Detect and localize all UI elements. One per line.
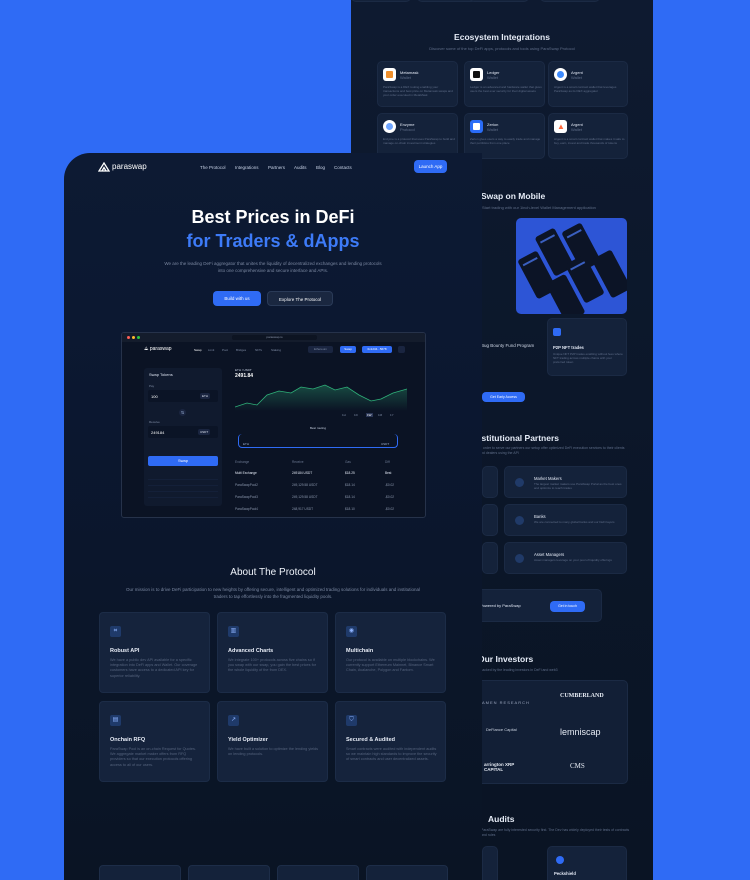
partner-card-market-makers[interactable]: Market Makers The largest market makers … bbox=[504, 466, 627, 498]
nft-icon bbox=[553, 328, 561, 336]
launch-app-button[interactable]: Launch App bbox=[414, 160, 447, 173]
bottom-card bbox=[188, 865, 270, 880]
receive-token-select[interactable]: USDT bbox=[198, 429, 211, 435]
routes-table-header: Exchange Receive Gas Diff bbox=[235, 460, 390, 464]
asset-manager-icon bbox=[515, 554, 524, 563]
investors-title: Our Investors bbox=[478, 654, 534, 664]
mobile-app-image bbox=[516, 218, 627, 314]
feature-card-api[interactable]: ⌗ Robust API We have a public dev API av… bbox=[99, 612, 210, 693]
trend-icon: ↗ bbox=[228, 715, 239, 726]
price-chart bbox=[235, 384, 407, 411]
integrations-title: Ecosystem Integrations bbox=[454, 32, 550, 42]
nav-link-protocol[interactable]: The Protocol bbox=[200, 165, 226, 170]
brand-logo[interactable]: paraswap bbox=[98, 162, 153, 172]
early-access-button[interactable]: Get Early Access bbox=[482, 392, 525, 402]
nft-card[interactable]: P2P NFT trades Unique NFT P2P trades ena… bbox=[547, 318, 627, 376]
settings-icon[interactable] bbox=[398, 346, 405, 353]
swap-details bbox=[148, 474, 218, 500]
investors-subtitle: Backed by the leading investors in DeFi … bbox=[480, 668, 558, 672]
bottom-card bbox=[99, 865, 181, 880]
integration-card[interactable]: ▲ Argent Wallet Argent is a smart contra… bbox=[548, 113, 628, 159]
about-description: Our mission is to drive DeFi participati… bbox=[125, 587, 421, 599]
url-bar[interactable]: paraswap.io bbox=[232, 335, 317, 340]
nav-link-contacts[interactable]: Contacts bbox=[334, 165, 352, 170]
nav-link-integrations[interactable]: Integrations bbox=[235, 165, 259, 170]
swap-direction-icon[interactable]: ⇅ bbox=[179, 409, 186, 416]
mobile-title: Swap on Mobile bbox=[481, 191, 546, 201]
app-logo: ⟁ paraswap bbox=[144, 346, 172, 352]
bottom-card bbox=[366, 865, 448, 880]
feature-card-rfq[interactable]: ▤ Onchain RFQ ParaSwap Pool is an on-cha… bbox=[99, 701, 210, 782]
app-screenshot: paraswap.io ⟁ paraswap Swap Limit Pool B… bbox=[121, 332, 426, 518]
partner-card-asset-managers[interactable]: Asset Managers Asset managers leverage o… bbox=[504, 542, 627, 574]
routes-table-row[interactable]: ParaSwapPool2 249,129.58 USDT $18.14 -$0… bbox=[235, 483, 425, 494]
partners-title: Institutional Partners bbox=[474, 433, 560, 443]
audits-subtitle: ParaSwap are fully interested security f… bbox=[481, 828, 630, 837]
top-card-1 bbox=[351, 0, 411, 2]
chain-icon: ◉ bbox=[346, 626, 357, 637]
audits-title: Audits bbox=[488, 814, 515, 824]
bottom-card bbox=[277, 865, 359, 880]
hero-description: We are the leading DeFi aggregator that … bbox=[164, 261, 382, 273]
chart-icon: ▥ bbox=[228, 626, 239, 637]
swap-panel: Swap Tokens Pay 100 ETH ⇅ Receive 249184… bbox=[144, 368, 222, 506]
routes-table-row[interactable]: ParaSwapPool4 248,917 USDT $18.10 -$0.02 bbox=[235, 507, 425, 517]
integration-card[interactable]: Metamask Wallet ParaSwap is a DEX routin… bbox=[377, 61, 458, 107]
feature-card-security[interactable]: ⛉ Secured & Audited Smart contracts were… bbox=[335, 701, 446, 782]
top-card-4 bbox=[540, 0, 600, 2]
document-icon: ▤ bbox=[110, 715, 121, 726]
browser-bar: paraswap.io bbox=[122, 333, 425, 342]
feature-card-charts[interactable]: ▥ Advanced Charts We integrate 100+ prot… bbox=[217, 612, 328, 693]
feature-card-yield[interactable]: ↗ Yield Optimizer We have built a soluti… bbox=[217, 701, 328, 782]
mobile-subtitle: Start trading with our 1inch-level Walle… bbox=[482, 205, 596, 210]
integration-card[interactable]: Argent Wallet Argent is a smart contract… bbox=[548, 61, 628, 107]
swap-mode-button[interactable]: Swap bbox=[340, 346, 356, 353]
routes-table-row[interactable]: ParaSwapPool3 249,129.58 USDT $18.14 -$0… bbox=[235, 495, 425, 506]
top-card-3 bbox=[469, 0, 529, 2]
peckshield-icon bbox=[556, 856, 564, 864]
market-maker-icon bbox=[515, 478, 524, 487]
get-in-touch-button[interactable]: Get in touch bbox=[550, 601, 585, 612]
powered-banner: Powered by ParaSwap Get in touch bbox=[473, 589, 602, 622]
account-button[interactable]: 0x1234...5678 bbox=[362, 346, 392, 353]
partner-card-banks[interactable]: Banks We are connected to many global ba… bbox=[504, 504, 627, 536]
build-with-us-button[interactable]: Build with us bbox=[213, 291, 261, 306]
top-card-2 bbox=[417, 0, 477, 2]
price-label: 2491.84 bbox=[235, 373, 254, 379]
audit-card[interactable]: Peckshield bbox=[547, 846, 627, 880]
hero-title-accent: for Traders & dApps bbox=[186, 231, 360, 251]
shield-icon: ⛉ bbox=[346, 715, 357, 726]
integration-card[interactable]: Ledger Wallet Ledger is an advanced and … bbox=[464, 61, 545, 107]
routes-table-row[interactable]: Multi Exchange 249184 USDT $18.25 Best bbox=[235, 471, 425, 482]
paraswap-logo-icon bbox=[98, 162, 110, 172]
pay-input[interactable]: 100 ETH bbox=[148, 390, 218, 402]
about-title: About The Protocol bbox=[230, 567, 316, 578]
nav-link-blog[interactable]: Blog bbox=[316, 165, 325, 170]
front-page: paraswap The Protocol Integrations Partn… bbox=[64, 153, 482, 880]
integrations-subtitle: Discover some of the top DeFi apps, prot… bbox=[429, 46, 575, 51]
swap-button[interactable]: Swap bbox=[148, 456, 218, 466]
routing-diagram: ETH USDT bbox=[238, 434, 398, 448]
explore-protocol-button[interactable]: Explore The Protocol bbox=[267, 291, 333, 306]
bank-icon bbox=[515, 516, 524, 525]
api-icon: ⌗ bbox=[110, 626, 121, 637]
best-routing-label: Best routing bbox=[310, 426, 327, 430]
nav-link-audits[interactable]: Audits bbox=[294, 165, 307, 170]
bounty-title: Bug Bounty Fund Program bbox=[481, 343, 535, 348]
pay-token-select[interactable]: ETH bbox=[200, 393, 210, 399]
receive-input[interactable]: 249184 USDT bbox=[148, 426, 218, 438]
investors-panel: AMEN RESEARCH CUMBERLAND DeFiance Capita… bbox=[471, 680, 628, 784]
timeframe-tabs: 1H 1D 1W 1M 1Y bbox=[342, 413, 394, 417]
network-selector[interactable]: Ethereum bbox=[308, 346, 333, 353]
feature-card-multichain[interactable]: ◉ Multichain Our protocol is available o… bbox=[335, 612, 446, 693]
phones-illustration bbox=[518, 223, 627, 314]
nav-link-partners[interactable]: Partners bbox=[268, 165, 285, 170]
pair-label: ETH / USDT bbox=[235, 368, 252, 372]
hero-title: Best Prices in DeFi bbox=[191, 207, 355, 227]
